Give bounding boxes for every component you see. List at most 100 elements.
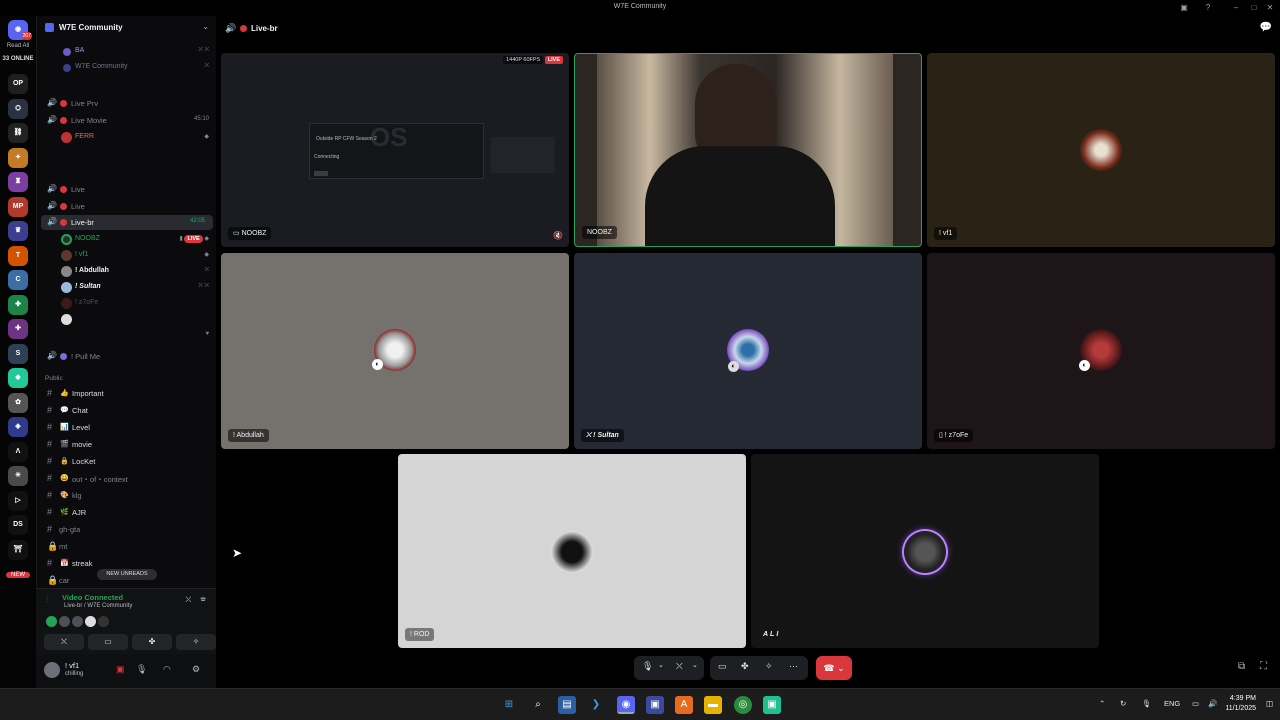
- chrome-icon[interactable]: ◎: [734, 696, 752, 714]
- sync-icon[interactable]: ↻: [1120, 699, 1126, 708]
- server-icon[interactable]: ✚: [8, 319, 28, 339]
- server-header[interactable]: W7E Community ⌄: [37, 16, 217, 38]
- member-z7ofe[interactable]: ! z7oFe: [37, 296, 217, 311]
- username[interactable]: ! vf1: [65, 661, 79, 670]
- avatar[interactable]: [72, 616, 83, 627]
- app-icon[interactable]: A: [675, 696, 693, 714]
- server-icon[interactable]: ☀: [8, 466, 28, 486]
- chevron-down-icon[interactable]: ⌄: [202, 22, 209, 31]
- server-icon[interactable]: ⛭: [8, 98, 28, 119]
- avatar[interactable]: [59, 616, 70, 627]
- microphone-icon[interactable]: 🎙: [642, 661, 653, 672]
- server-icon[interactable]: MP: [8, 196, 28, 217]
- help-icon[interactable]: ?: [1202, 2, 1214, 14]
- text-channel-movie[interactable]: # 🎬 movie: [37, 437, 217, 453]
- microphone-icon[interactable]: 🎙: [136, 664, 147, 675]
- soundboard-icon[interactable]: ✧: [765, 661, 773, 672]
- start-icon[interactable]: ⊞: [500, 696, 518, 714]
- voice-channel-live-movie[interactable]: 🔊 Live Movie 45:10: [37, 113, 217, 128]
- text-channel-locket[interactable]: # 🔒 LocKet: [37, 454, 217, 470]
- participant-tile[interactable]: ◐ ! Abdullah: [221, 253, 569, 449]
- server-icon[interactable]: ♜: [8, 172, 28, 192]
- server-icon[interactable]: ◈: [8, 417, 28, 437]
- headphones-icon[interactable]: ◠: [163, 664, 171, 675]
- volume-icon[interactable]: 🔊: [1208, 699, 1217, 708]
- clock[interactable]: 4:39 PM 11/1/2025: [1225, 694, 1256, 714]
- camera-off-icon[interactable]: ⛌: [676, 661, 683, 672]
- noise-suppression-icon[interactable]: ⛌: [185, 595, 191, 604]
- disconnect-icon[interactable]: ☎: [200, 595, 206, 604]
- server-icon[interactable]: T: [8, 245, 28, 266]
- avatar[interactable]: [46, 616, 57, 627]
- list-item[interactable]: FERR ◆: [37, 130, 217, 145]
- app-icon[interactable]: ▣: [646, 696, 664, 714]
- read-all-button[interactable]: Read All: [0, 43, 36, 49]
- close-button[interactable]: ✕: [1264, 2, 1276, 14]
- server-icon[interactable]: ⛓: [8, 123, 28, 143]
- volume-icon[interactable]: 🔇: [553, 231, 563, 240]
- text-channel-gh-gta[interactable]: # gh-gta: [37, 522, 217, 538]
- soundboard-button[interactable]: ✧: [176, 634, 216, 650]
- search-icon[interactable]: ⌕: [529, 696, 547, 714]
- text-channel-out-of-context[interactable]: # 😄 out・of・context: [37, 471, 217, 487]
- avatar[interactable]: [85, 616, 96, 627]
- app-icon[interactable]: ▣: [763, 696, 781, 714]
- category-public[interactable]: Public: [45, 375, 63, 382]
- participant-tile[interactable]: ! ROD: [398, 454, 746, 648]
- participant-tile[interactable]: ! vf1: [927, 53, 1275, 247]
- avatar[interactable]: [98, 616, 109, 627]
- vscode-icon[interactable]: ❯: [587, 696, 605, 714]
- voice-channel-live[interactable]: 🔊 Live: [37, 182, 217, 197]
- notification-icon[interactable]: ◫: [1266, 699, 1273, 708]
- text-channel-klg[interactable]: # 🎨 klg: [37, 488, 217, 504]
- activities-icon[interactable]: ✤: [741, 661, 749, 672]
- participant-tile[interactable]: ◐ ⛌ ! Sultan: [574, 253, 922, 449]
- fullscreen-icon[interactable]: ⛶: [1260, 661, 1267, 672]
- server-icon[interactable]: ▷: [8, 490, 28, 511]
- chevron-up-icon[interactable]: ⌃: [1099, 699, 1105, 708]
- voice-channel-live[interactable]: 🔊 Live: [37, 199, 217, 214]
- voice-channel-pull-me[interactable]: 🔊 ! Pull Me: [37, 349, 217, 364]
- screen-share-icon[interactable]: ▭: [718, 661, 727, 672]
- server-icon[interactable]: OP: [8, 74, 28, 94]
- server-icon[interactable]: Λ: [8, 441, 28, 462]
- inbox-icon[interactable]: ▣: [1178, 2, 1190, 14]
- settings-icon[interactable]: ⚙: [192, 664, 200, 675]
- minimize-button[interactable]: –: [1230, 2, 1242, 14]
- server-icon[interactable]: C: [8, 270, 28, 290]
- list-item[interactable]: [37, 312, 217, 327]
- signal-icon[interactable]: ⫶: [46, 595, 48, 605]
- voice-path[interactable]: Live-br / W7E Community: [64, 603, 132, 609]
- text-channel-chat[interactable]: # 💬 Chat: [37, 403, 217, 419]
- server-icon[interactable]: ✿: [8, 392, 28, 413]
- text-channel-important[interactable]: # 👍 Important: [37, 386, 217, 402]
- file-explorer-icon[interactable]: ▬: [704, 696, 722, 714]
- camera-off-button[interactable]: ⛌: [44, 634, 84, 650]
- popout-icon[interactable]: ⧉: [1238, 661, 1245, 672]
- disconnect-button[interactable]: ☎ ⌄: [816, 656, 852, 680]
- text-channel-mt[interactable]: 🔒 mt: [37, 539, 217, 555]
- maximize-button[interactable]: □: [1248, 2, 1260, 14]
- discord-icon[interactable]: ◉: [617, 696, 635, 714]
- display-icon[interactable]: ▭: [1192, 699, 1199, 708]
- store-icon[interactable]: ▤: [558, 696, 576, 714]
- microphone-icon[interactable]: 🎙: [1142, 699, 1152, 708]
- server-icon[interactable]: ♛: [8, 221, 28, 241]
- server-icon[interactable]: ✤: [8, 294, 28, 315]
- avatar[interactable]: [44, 662, 60, 678]
- member-noobz[interactable]: NOOBZ ▮ LIVE ◆: [37, 232, 217, 247]
- server-icon[interactable]: S: [8, 343, 28, 364]
- voice-channel-live-br[interactable]: 🔊 Live-br 42:05: [41, 215, 213, 230]
- server-icon[interactable]: DS: [8, 515, 28, 535]
- activities-button[interactable]: ✤: [132, 634, 172, 650]
- member-sultan[interactable]: ! Sultan ⛌ ⛌: [37, 280, 217, 295]
- camera-tile[interactable]: NOOBZ: [574, 53, 922, 247]
- language-indicator[interactable]: ENG: [1164, 699, 1180, 708]
- chevron-down-icon[interactable]: ⌄: [658, 661, 664, 669]
- voice-channel-live-prv[interactable]: 🔊 Live Prv: [37, 96, 217, 111]
- screen-share-button[interactable]: ▭: [88, 634, 128, 650]
- participant-tile[interactable]: ◐ ▯ ! z7oFe: [927, 253, 1275, 449]
- server-icon[interactable]: ⛩: [8, 539, 28, 560]
- server-icon[interactable]: ✦: [8, 147, 28, 168]
- chat-icon[interactable]: 💬: [1260, 22, 1272, 33]
